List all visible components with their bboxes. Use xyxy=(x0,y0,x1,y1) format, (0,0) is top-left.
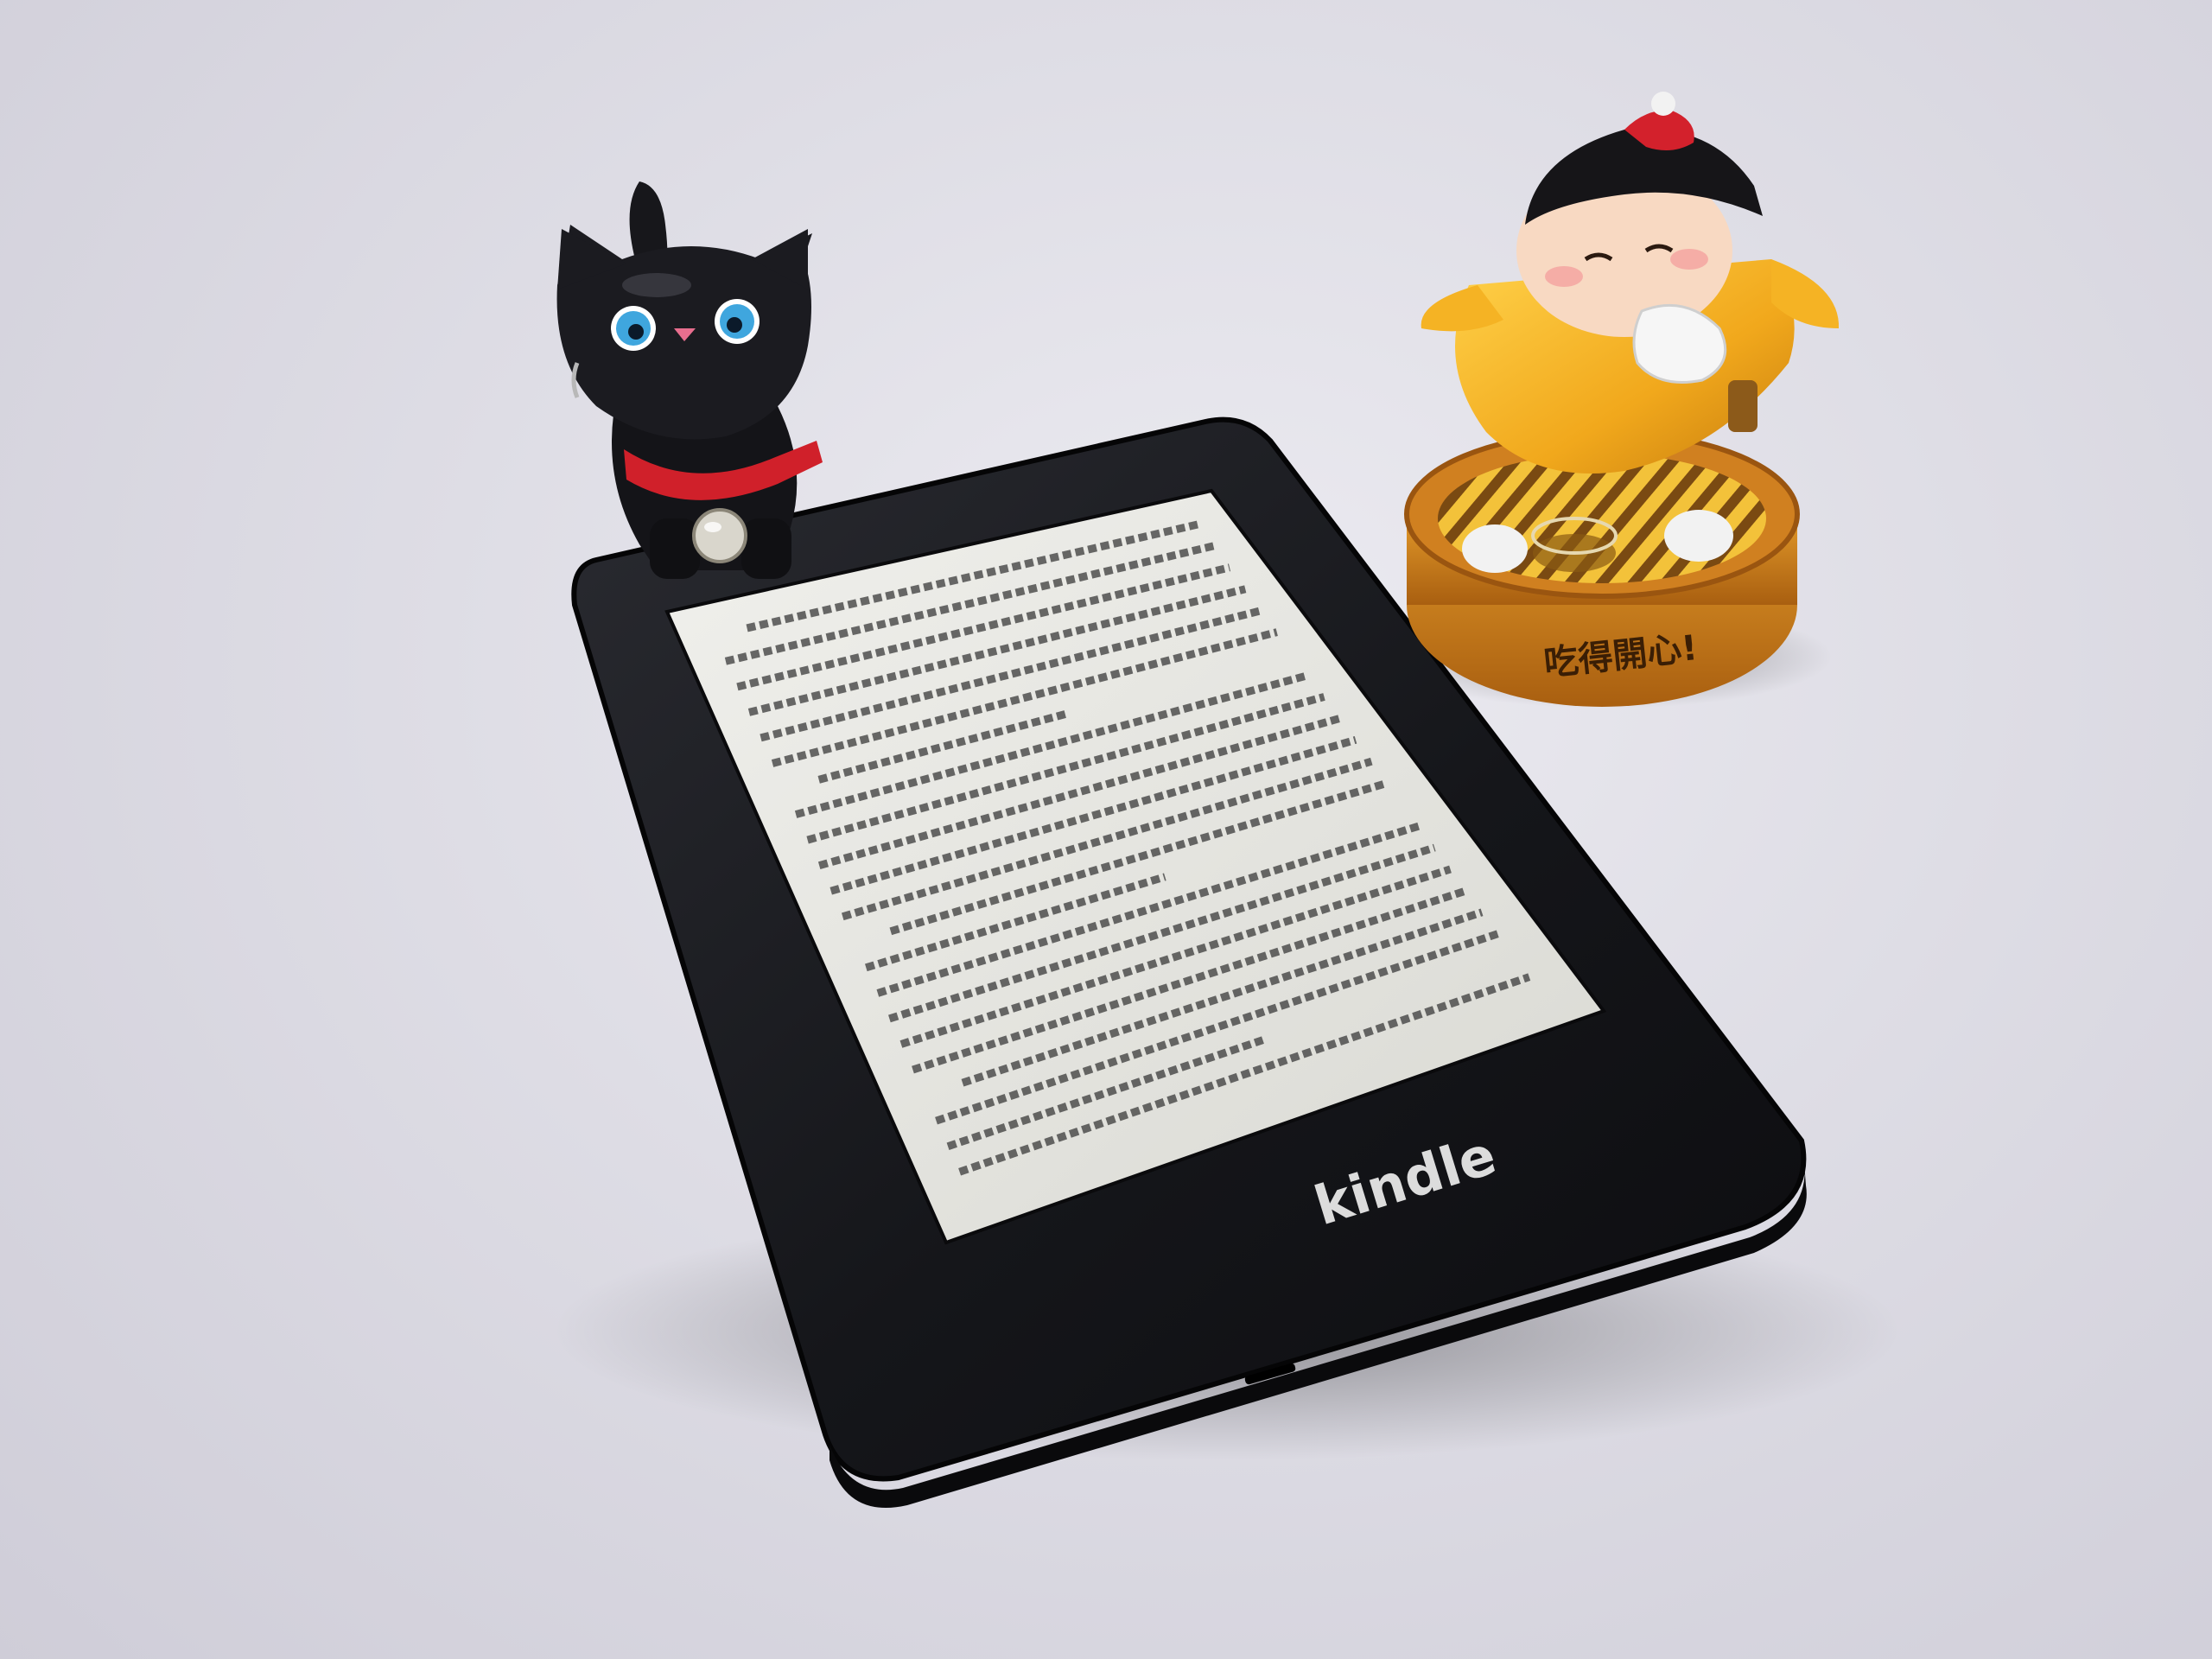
cat-right-pupil xyxy=(727,317,742,333)
cat-bell xyxy=(692,508,747,563)
cat-bell-shine xyxy=(704,522,721,532)
doll-bottle xyxy=(1728,380,1758,432)
yellow-doll-figurine: 吃得開心! xyxy=(1404,92,1840,707)
doll-right-cheek xyxy=(1670,249,1708,270)
black-cat-figurine xyxy=(556,181,823,579)
doll-left-cheek xyxy=(1545,266,1583,287)
cat-head-shine xyxy=(622,273,691,297)
photo-scene: kindle 吃得開心! xyxy=(0,0,2212,1659)
photo-illustration: kindle 吃得開心! xyxy=(553,92,1901,1509)
cat-left-pupil xyxy=(628,324,644,340)
doll-right-foot xyxy=(1664,510,1733,562)
doll-hat-tip xyxy=(1651,92,1675,116)
doll-left-foot xyxy=(1462,524,1528,573)
cat-left-leg xyxy=(650,518,700,579)
cat-right-leg xyxy=(741,518,791,579)
